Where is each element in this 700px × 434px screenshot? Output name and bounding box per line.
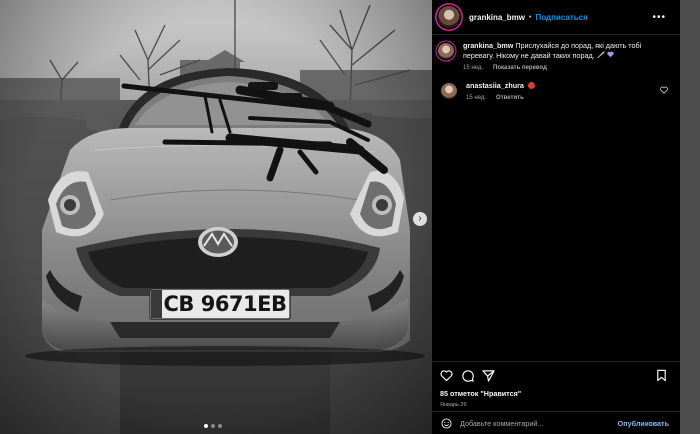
- heart-icon[interactable]: [440, 369, 453, 382]
- speech-bubble-icon[interactable]: [461, 369, 474, 382]
- smiley-icon[interactable]: [441, 417, 452, 429]
- action-bar: [432, 362, 680, 388]
- comment-body: anastasiia_zhura 15 нед. Ответить: [466, 81, 656, 101]
- comment-timestamp[interactable]: 15 нед.: [466, 95, 486, 101]
- post-details-panel: grankina_bmw • Подписаться ••• grankina_…: [432, 0, 680, 434]
- caption-meta: 15 нед. Показать перевод: [463, 65, 653, 71]
- caption-author[interactable]: grankina_bmw: [463, 41, 513, 50]
- author-avatar[interactable]: [438, 43, 454, 59]
- caption-timestamp[interactable]: 15 нед.: [463, 65, 483, 71]
- car-photo-image: [0, 0, 432, 434]
- post-photo[interactable]: CB 9671EB ›: [0, 0, 432, 434]
- more-options-button[interactable]: •••: [652, 12, 666, 23]
- comment-input[interactable]: [460, 418, 610, 428]
- comment-like-heart-icon[interactable]: [660, 86, 668, 94]
- post-actions-section: 85 отметок "Нравится" Январь 29: [432, 361, 680, 408]
- heart-emoji-icon: [607, 51, 614, 58]
- comments-list: grankina_bmw Прислухайся до порад, які д…: [432, 35, 680, 101]
- paper-plane-icon[interactable]: [482, 369, 495, 382]
- carousel-indicator: [204, 424, 222, 428]
- caption-body: grankina_bmw Прислухайся до порад, які д…: [463, 41, 653, 71]
- header-separator: •: [529, 13, 532, 21]
- author-avatar[interactable]: [438, 6, 460, 28]
- license-plate-text: CB 9671EB: [163, 292, 287, 316]
- carousel-dot: [204, 424, 208, 428]
- carousel-next-button[interactable]: ›: [413, 212, 427, 226]
- publish-button[interactable]: Опубликовать: [618, 419, 669, 428]
- reply-button[interactable]: Ответить: [496, 95, 524, 101]
- post-header: grankina_bmw • Подписаться •••: [432, 0, 680, 35]
- show-translation-link[interactable]: Показать перевод: [493, 65, 547, 71]
- caption-text-block: grankina_bmw Прислухайся до порад, які д…: [463, 41, 653, 61]
- heart-eyes-emoji-icon: [527, 82, 535, 89]
- comment-meta: 15 нед. Ответить: [466, 95, 656, 101]
- comment-text-block: anastasiia_zhura: [466, 81, 656, 91]
- post-date: Январь 29: [440, 402, 467, 408]
- carousel-dot: [211, 424, 215, 428]
- follow-button[interactable]: Подписаться: [535, 13, 587, 22]
- chevron-right-icon: ›: [418, 213, 422, 224]
- carousel-dot: [218, 424, 222, 428]
- commenter-username[interactable]: anastasiia_zhura: [466, 81, 524, 90]
- modal-backdrop[interactable]: [680, 0, 700, 434]
- author-username[interactable]: grankina_bmw: [469, 13, 525, 22]
- likes-count[interactable]: 85 отметок "Нравится": [432, 389, 680, 398]
- commenter-avatar[interactable]: [441, 83, 457, 99]
- caption-comment: grankina_bmw Прислухайся до порад, які д…: [438, 41, 674, 71]
- comment-item: anastasiia_zhura 15 нед. Ответить: [438, 81, 674, 101]
- knife-emoji-icon: [596, 51, 605, 58]
- add-comment-bar: Опубликовать: [432, 411, 680, 434]
- bookmark-icon[interactable]: [655, 369, 668, 382]
